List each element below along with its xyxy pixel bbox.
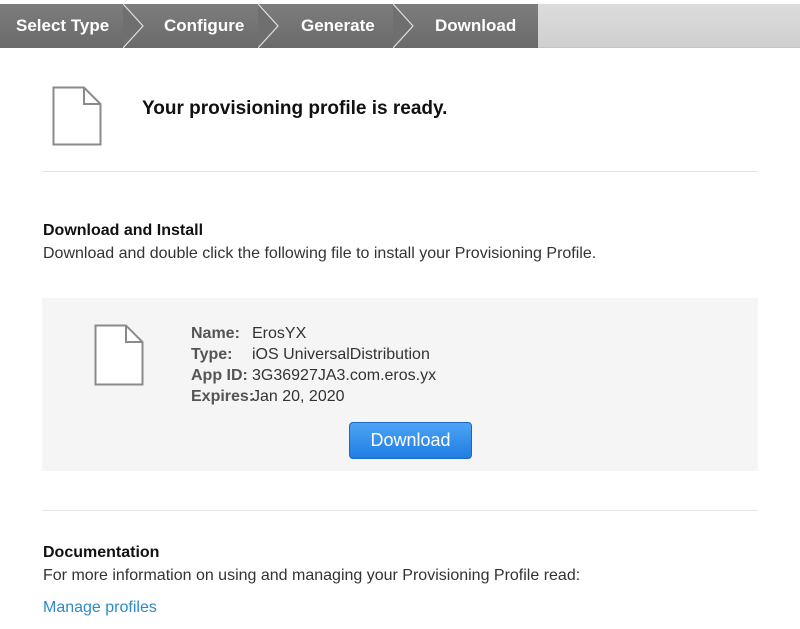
documentation-heading: Documentation (43, 544, 160, 561)
profile-panel: Name: ErosYX Type: iOS UniversalDistribu… (42, 298, 758, 471)
chevron-right-icon (123, 4, 144, 48)
field-label: Expires: (191, 388, 255, 405)
documentation-description: For more information on using and managi… (43, 567, 581, 584)
profile-name: ErosYX (252, 325, 307, 342)
document-icon (94, 324, 144, 386)
step-download: Download (405, 4, 538, 48)
step-configure: Configure (135, 4, 279, 48)
download-install-description: Download and double click the following … (43, 245, 597, 262)
top-bar: Select Type Configure Generate Download (0, 0, 800, 48)
step-select-type: Select Type (0, 4, 144, 48)
manage-profiles-link[interactable]: Manage profiles (43, 599, 157, 617)
document-icon (52, 86, 102, 146)
divider (42, 510, 758, 511)
profile-type: iOS UniversalDistribution (252, 346, 430, 363)
field-label: Type: (191, 346, 233, 363)
step-label: Generate (301, 16, 375, 35)
download-button[interactable]: Download (349, 422, 472, 459)
field-label: Name: (191, 325, 240, 342)
hero-section: Your provisioning profile is ready. (0, 48, 800, 172)
profile-expires: Jan 20, 2020 (252, 388, 345, 405)
download-install-heading: Download and Install (43, 222, 204, 239)
page-title: Your provisioning profile is ready. (142, 98, 448, 119)
divider (42, 171, 758, 172)
step-indicator: Select Type Configure Generate Download (0, 4, 538, 48)
chevron-right-icon (393, 4, 414, 48)
field-label: App ID: (191, 367, 248, 384)
step-label: Select Type (16, 16, 110, 35)
step-label: Configure (164, 16, 245, 35)
step-label: Download (435, 16, 517, 35)
profile-app-id: 3G36927JA3.com.eros.yx (252, 367, 437, 384)
step-generate: Generate (270, 4, 414, 48)
chevron-right-icon (258, 4, 279, 48)
